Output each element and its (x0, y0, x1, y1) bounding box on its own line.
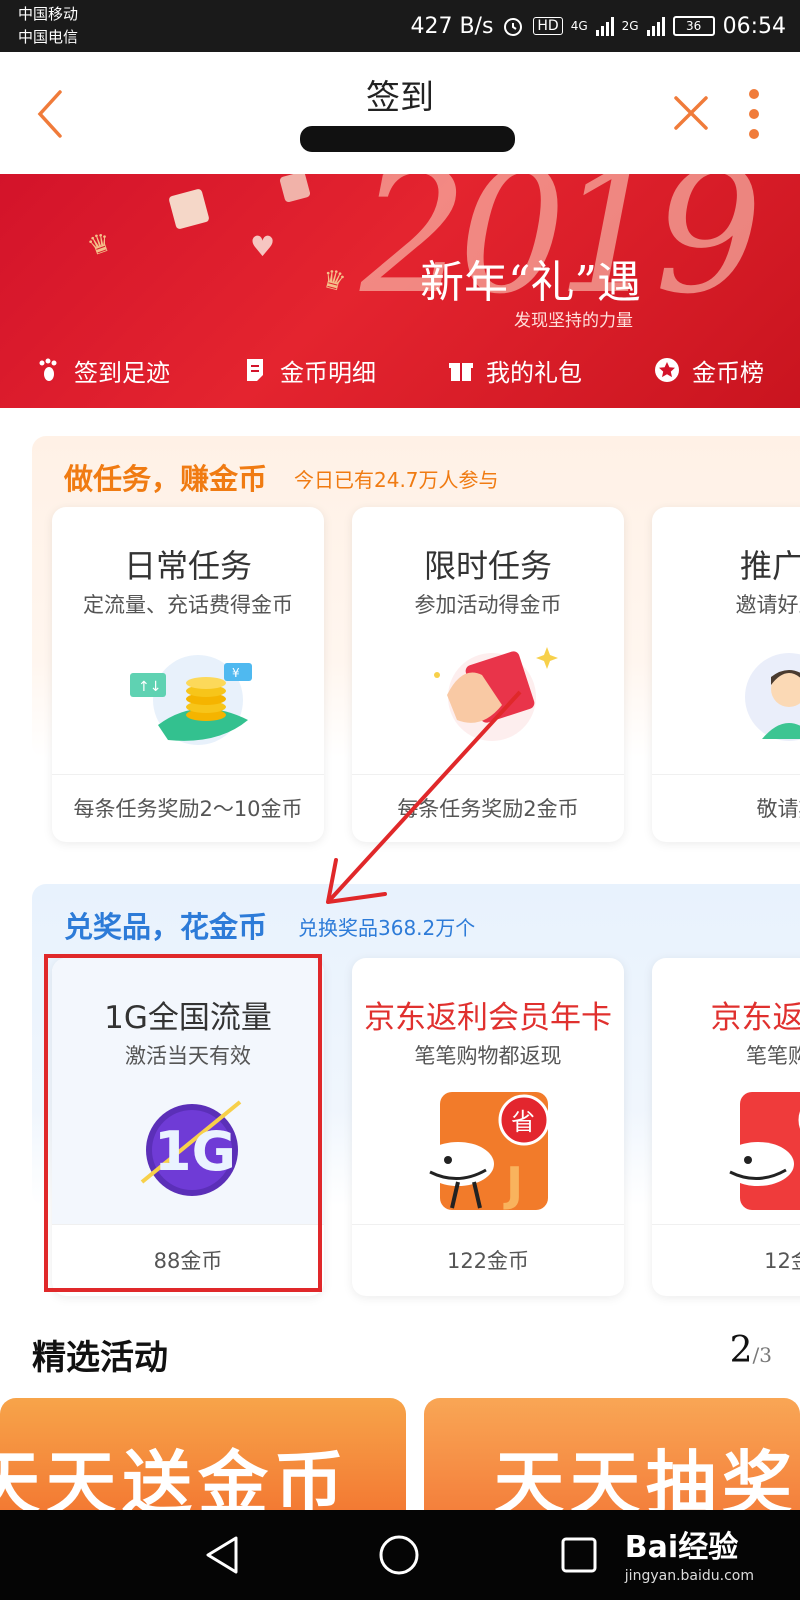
crown-decor-icon: ♛ (318, 263, 349, 299)
carrier-label-2: 中国电信 (18, 28, 79, 46)
jd-dog-icon: 省 (722, 1092, 800, 1210)
card-footer: 122金币 (352, 1224, 624, 1296)
tasks-title: 做任务，赚金币 (64, 462, 268, 496)
watermark-line2: jingyan.baidu.com (624, 1568, 754, 1584)
redacted-phone-number (300, 126, 515, 152)
signal-icon-2 (646, 16, 665, 36)
baidu-watermark: Bai经验 jingyan.baidu.com (625, 1522, 754, 1584)
prize-card-jd-partial[interactable]: 京东返利会 笔笔购物 省 12金 (652, 958, 800, 1296)
banner-menu: 签到足迹 金币明细 我的礼包 金币榜 (0, 344, 800, 396)
more-vertical-icon[interactable] (744, 86, 764, 142)
recent-square-icon[interactable] (556, 1532, 602, 1578)
featured-pager: 2/3 (730, 1330, 772, 1371)
footprint-icon (39, 358, 57, 381)
menu-label: 我的礼包 (486, 358, 582, 387)
card-title: 京东返利会 (710, 1000, 800, 1036)
star-badge-icon (655, 358, 679, 382)
svg-text:↑↓: ↑↓ (138, 679, 161, 695)
net-type-2: 2G (621, 19, 639, 33)
hd-badge: HD (533, 17, 563, 35)
net-speed: 427 B/s (410, 13, 494, 39)
battery-level: 36 (685, 19, 702, 33)
coins-icon: ↑↓ ¥ (130, 655, 252, 745)
menu-sign-history[interactable]: 签到足迹 (36, 353, 170, 388)
task-card-promo[interactable]: 推广任 邀请好友， 敬请期 (652, 507, 800, 842)
highlight-box (44, 954, 322, 1292)
featured-title: 精选活动 (32, 1338, 168, 1378)
card-title: 推广任 (739, 547, 800, 585)
menu-label: 签到足迹 (74, 358, 170, 387)
card-footer: 12金 (652, 1224, 800, 1296)
back-triangle-icon[interactable] (200, 1532, 246, 1578)
card-title: 京东返利会员年卡 (364, 1000, 612, 1036)
document-icon (247, 359, 263, 381)
title-bar: 签到 (0, 52, 800, 172)
menu-label: 金币榜 (692, 358, 764, 387)
card-subtitle: 定流量、充话费得金币 (83, 593, 293, 617)
jd-dog-icon: J 省 (422, 1092, 550, 1211)
watermark-line1: Bai经验 (624, 1530, 739, 1565)
card-subtitle: 笔笔购物都返现 (414, 1044, 562, 1068)
heart-decor-icon: ♥ (250, 230, 276, 263)
card-title: 日常任务 (123, 547, 252, 585)
pager-current: 2 (729, 1330, 753, 1371)
activity-banner-1[interactable]: 天天送金币 (0, 1398, 406, 1510)
sign-in-banner: 2019 ♥ ♛ ♛ 新年“礼”遇 发现坚持的力量 签到足迹 金币明细 我的礼包… (0, 174, 800, 408)
card-footer: 每条任务奖励2～10金币 (52, 774, 324, 842)
screen: 中国移动 中国电信 427 B/s HD 4G 2G 36 06:54 签到 2… (0, 0, 800, 1600)
menu-coin-detail[interactable]: 金币明细 (242, 353, 376, 388)
battery-icon: 36 (672, 16, 715, 36)
close-icon[interactable] (672, 94, 710, 132)
save-badge: 省 (511, 1108, 535, 1136)
home-circle-icon[interactable] (376, 1532, 422, 1578)
status-bar: 中国移动 中国电信 427 B/s HD 4G 2G 36 06:54 (0, 0, 800, 52)
net-type-1: 4G (570, 19, 588, 33)
task-card-daily[interactable]: 日常任务 定流量、充话费得金币 ↑↓ ¥ 每条任务奖励2～10金币 (52, 507, 324, 842)
card-subtitle: 笔笔购物 (746, 1044, 800, 1068)
activity-banner-text: 天天送金币 (0, 1443, 350, 1510)
card-footer: 敬请期 (652, 774, 800, 842)
prizes-title: 兑奖品，花金币 (64, 910, 268, 944)
gift-decor-icon (168, 188, 210, 230)
activity-banner-2[interactable]: 天天抽奖 (424, 1398, 800, 1510)
annotation-arrow-icon (326, 690, 522, 904)
gift-decor-icon (279, 174, 311, 203)
pager-total: /3 (752, 1343, 772, 1367)
signal-icon-1 (595, 16, 614, 36)
card-subtitle: 邀请好友， (735, 593, 800, 617)
card-subtitle: 参加活动得金币 (414, 593, 562, 617)
banner-subline: 发现坚持的力量 (514, 311, 633, 331)
activity-banner-text: 天天抽奖 (494, 1443, 798, 1510)
prize-card-jd-annual[interactable]: 京东返利会员年卡 笔笔购物都返现 J 省 122金币 (352, 958, 624, 1296)
svg-text:J: J (503, 1157, 523, 1211)
crown-decor-icon: ♛ (83, 226, 116, 264)
avatar-icon (745, 653, 800, 741)
gift-icon (449, 363, 473, 381)
banner-slogan: 新年“礼”遇 (420, 257, 641, 308)
menu-coin-rank[interactable]: 金币榜 (654, 353, 764, 388)
menu-my-gifts[interactable]: 我的礼包 (448, 353, 582, 388)
carrier-label-1: 中国移动 (18, 5, 79, 23)
menu-label: 金币明细 (280, 358, 376, 387)
tasks-subtitle: 今日已有24.7万人参与 (294, 468, 499, 492)
svg-text:¥: ¥ (232, 666, 240, 680)
status-icons: 427 B/s HD 4G 2G 36 06:54 (410, 10, 786, 42)
clock: 06:54 (722, 13, 786, 39)
card-title: 限时任务 (423, 547, 552, 585)
alarm-icon (504, 18, 523, 36)
